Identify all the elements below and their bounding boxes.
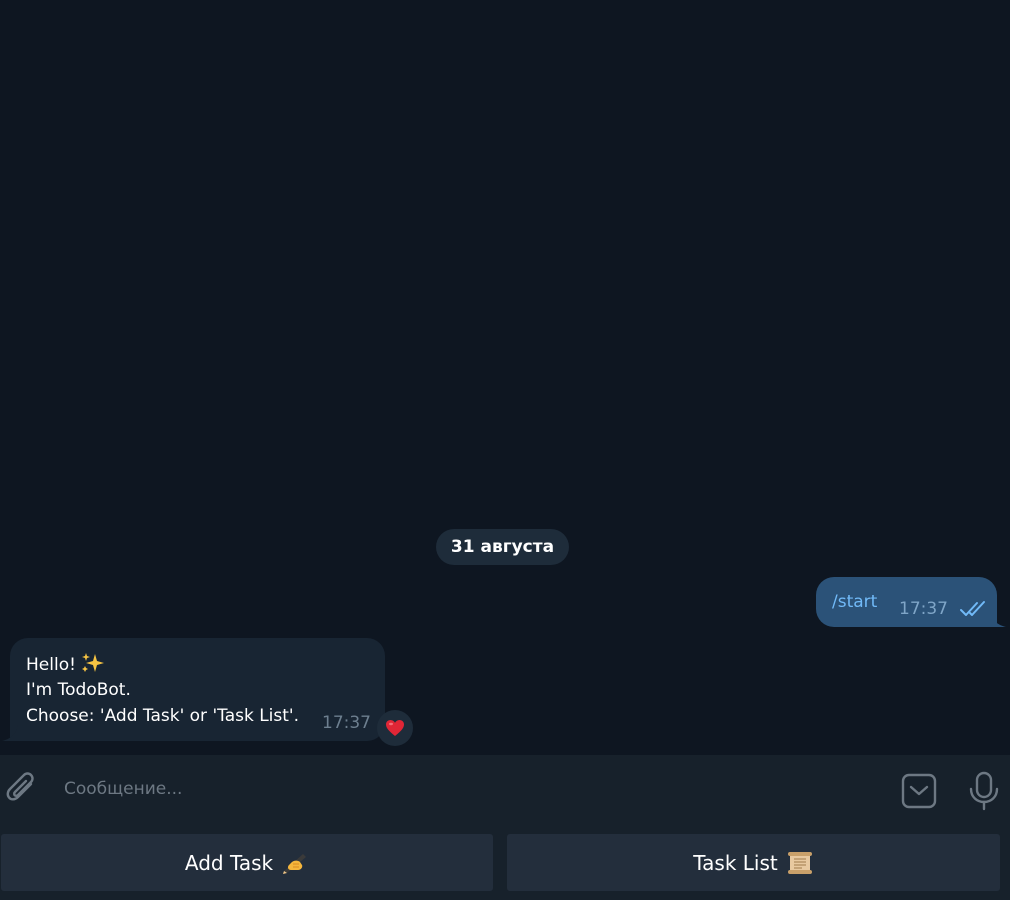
outgoing-message-time: 17:37 (899, 599, 948, 619)
task-list-label: Task List (693, 850, 778, 875)
incoming-message-time: 17:37 (322, 713, 371, 733)
message-reaction[interactable] (377, 710, 413, 746)
incoming-message-line-1: Hello! (26, 652, 106, 677)
incoming-message-line-2: I'm TodoBot. (26, 680, 131, 700)
writing-hand-icon (283, 853, 307, 874)
microphone-icon[interactable] (966, 770, 1002, 812)
date-separator: 31 августа (436, 529, 569, 565)
greeting-text: Hello! (26, 655, 76, 675)
double-check-icon (960, 601, 985, 616)
heart-icon (386, 720, 404, 736)
incoming-message-line-3: Choose: 'Add Task' or 'Task List'. (26, 706, 300, 726)
keyboard-toggle-icon[interactable] (900, 772, 938, 810)
task-list-button[interactable]: Task List (507, 834, 1000, 891)
paperclip-icon[interactable] (4, 770, 42, 810)
incoming-bubble-tail (2, 725, 18, 741)
scroll-icon (787, 851, 812, 874)
outgoing-message-text: /start (832, 592, 878, 612)
outgoing-bubble-tail (990, 611, 1006, 627)
message-list[interactable]: 31 августа /start 17:37 Hello! I'm TodoB… (0, 0, 1010, 755)
add-task-button[interactable]: Add Task (1, 834, 493, 891)
message-input[interactable] (64, 772, 864, 806)
add-task-label: Add Task (184, 850, 274, 875)
telegram-chat-window: 31 августа /start 17:37 Hello! I'm TodoB… (0, 0, 1010, 900)
sparkles-icon (81, 653, 104, 672)
